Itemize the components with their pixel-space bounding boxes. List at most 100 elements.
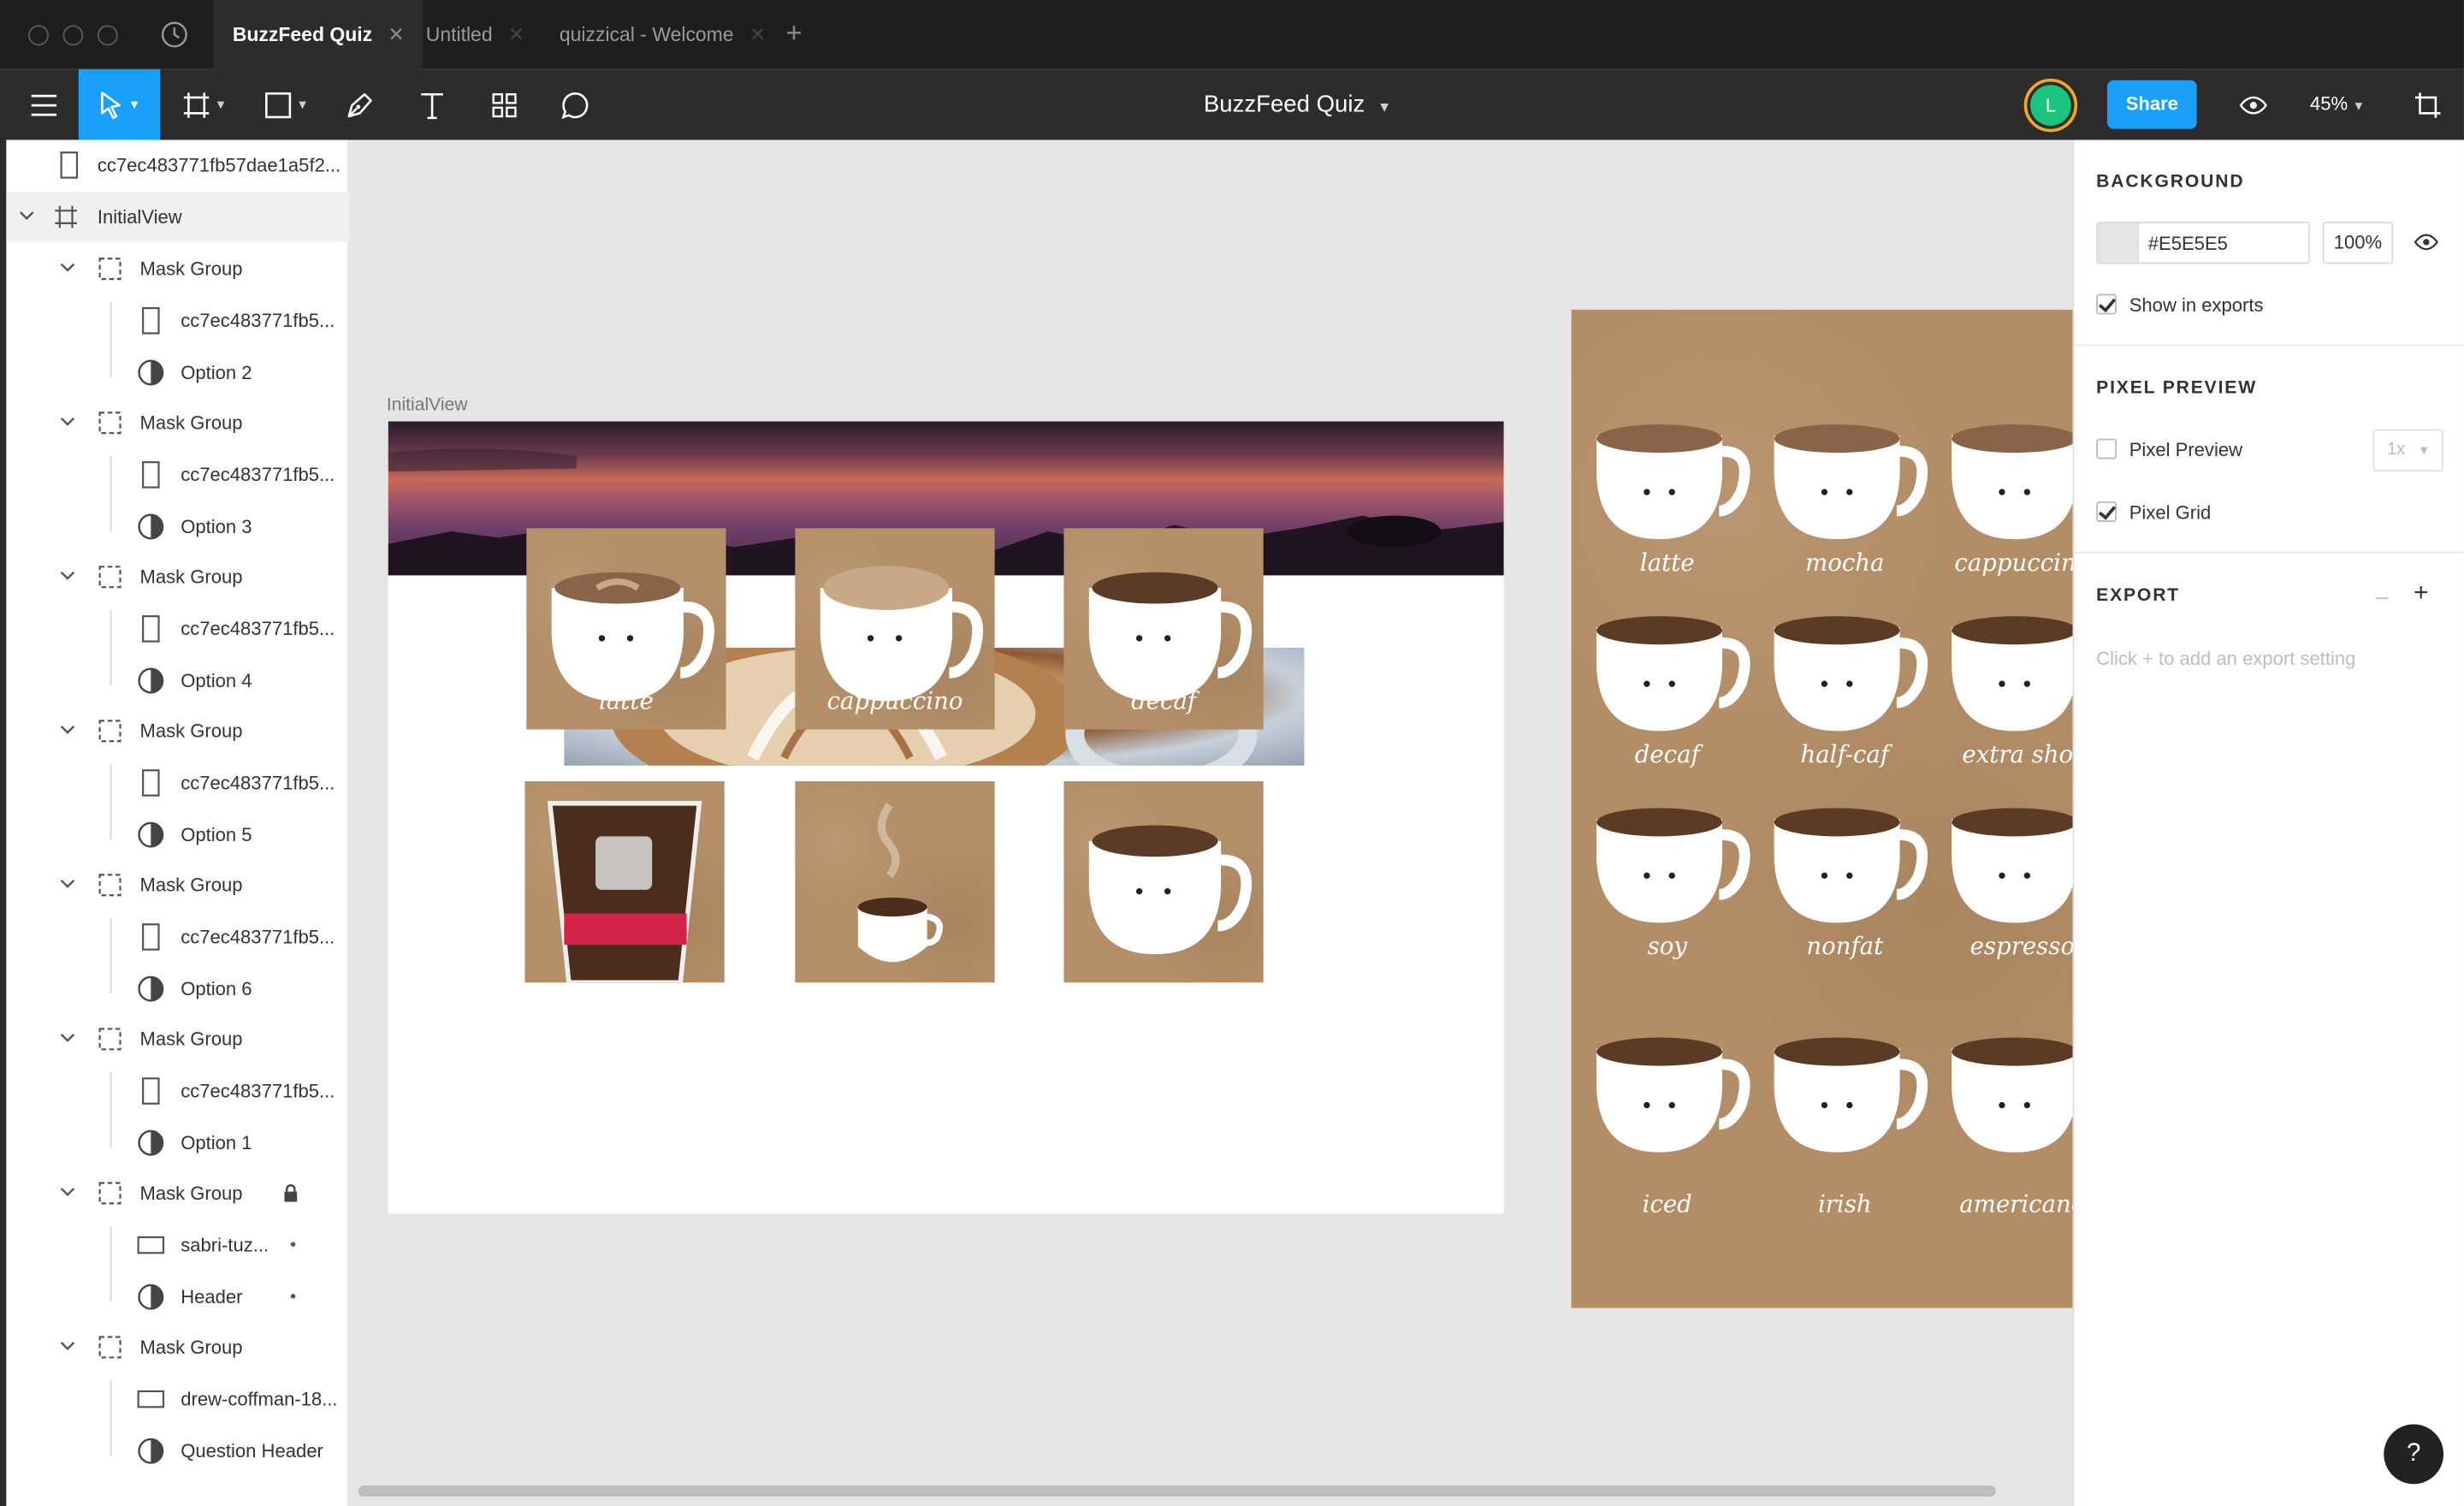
layer-mask-group[interactable]: Mask Group bbox=[6, 1168, 348, 1218]
layer-label: Option 4 bbox=[181, 669, 252, 692]
new-tab-icon[interactable]: + bbox=[785, 17, 802, 50]
layer-item[interactable]: cc7ec483771fb5... bbox=[6, 449, 348, 500]
layer-mask-group[interactable]: Mask Group bbox=[6, 1322, 348, 1373]
tab-quizzical-welcome[interactable]: quizzical - Welcome ✕ bbox=[541, 0, 785, 69]
chevron-down-icon[interactable] bbox=[58, 1183, 77, 1201]
pixel-preview-checkbox[interactable] bbox=[2096, 438, 2118, 460]
frame-tool-button[interactable]: ▼ bbox=[169, 69, 239, 140]
layer-item[interactable]: cc7ec483771fb5... bbox=[6, 1066, 348, 1117]
title-bar: BuzzFeed Quiz ✕ Untitled ✕ quizzical - Wel… bbox=[0, 0, 2464, 69]
tab-close-icon[interactable]: ✕ bbox=[388, 24, 404, 46]
mask-shape-icon bbox=[137, 359, 165, 392]
tab-buzzfeed-quiz[interactable]: BuzzFeed Quiz ✕ bbox=[213, 0, 424, 69]
comment-tool-button[interactable] bbox=[545, 69, 605, 140]
chevron-down-icon: ▼ bbox=[127, 97, 141, 112]
mask-group-icon bbox=[98, 1182, 121, 1205]
coffee-types-poster[interactable]: latte mocha cappuccino decaf half-caf extra s… bbox=[1571, 309, 2073, 1308]
zoom-menu[interactable]: 45% ▼ bbox=[2310, 69, 2365, 140]
horizontal-scrollbar[interactable] bbox=[358, 1485, 1996, 1497]
image-layer-icon bbox=[141, 768, 160, 802]
eye-icon[interactable] bbox=[2414, 233, 2439, 252]
layer-item[interactable]: Question Header bbox=[6, 1426, 348, 1476]
layer-item[interactable]: Option 6 bbox=[6, 963, 348, 1014]
text-tool-button[interactable] bbox=[402, 69, 462, 140]
move-tool-button[interactable]: ▼ bbox=[78, 68, 161, 140]
chevron-down-icon[interactable] bbox=[58, 1337, 77, 1355]
layer-item[interactable]: Option 5 bbox=[6, 809, 348, 860]
image-layer-icon bbox=[141, 460, 160, 494]
layer-item[interactable]: Option 1 bbox=[6, 1118, 348, 1168]
user-avatar[interactable]: L bbox=[2023, 78, 2078, 133]
layer-item[interactable]: cc7ec483771fb57dae1a5f2... bbox=[6, 140, 348, 191]
chevron-down-icon[interactable] bbox=[58, 874, 77, 892]
chevron-down-icon[interactable] bbox=[17, 206, 36, 225]
layer-item[interactable]: sabri-tuz... bbox=[6, 1220, 348, 1271]
frame-initialview[interactable]: latte cappuccino decaf bbox=[388, 421, 1504, 1214]
layer-item[interactable]: cc7ec483771fb5... bbox=[6, 603, 348, 654]
layer-mask-group[interactable]: Mask Group bbox=[6, 398, 348, 448]
scale-value: 1x bbox=[2386, 440, 2406, 460]
option-card[interactable]: cappuccino bbox=[795, 528, 995, 730]
option-card[interactable] bbox=[524, 781, 725, 983]
background-color-field[interactable]: #E5E5E5 bbox=[2096, 222, 2310, 264]
layer-item[interactable]: Option 4 bbox=[6, 655, 348, 706]
chevron-down-icon[interactable] bbox=[58, 720, 77, 738]
pen-tool-button[interactable] bbox=[330, 69, 390, 140]
layer-item[interactable]: drew-coffman-18... bbox=[6, 1374, 348, 1425]
chevron-down-icon[interactable] bbox=[58, 412, 77, 430]
mask-group-icon bbox=[98, 874, 121, 897]
window-maximize-button[interactable] bbox=[97, 25, 118, 46]
shape-tool-button[interactable]: ▼ bbox=[252, 69, 321, 140]
recent-files-icon[interactable] bbox=[160, 21, 188, 49]
lock-icon[interactable] bbox=[283, 1183, 299, 1202]
frame-icon bbox=[183, 92, 209, 117]
toggle-properties-button[interactable] bbox=[2401, 69, 2454, 140]
layer-label: drew-coffman-18... bbox=[181, 1388, 338, 1410]
layer-item[interactable]: cc7ec483771fb5... bbox=[6, 758, 348, 809]
layer-mask-group[interactable]: Mask Group bbox=[6, 552, 348, 602]
tab-untitled[interactable]: Untitled ✕ bbox=[407, 0, 544, 69]
layer-item[interactable]: cc7ec483771fb5... bbox=[6, 295, 348, 346]
window-minimize-button[interactable] bbox=[62, 25, 84, 46]
layer-item[interactable]: cc7ec483771fb5... bbox=[6, 912, 348, 963]
help-button[interactable]: ? bbox=[2384, 1424, 2444, 1485]
layer-mask-group[interactable]: Mask Group bbox=[6, 860, 348, 910]
show-in-exports-checkbox[interactable] bbox=[2096, 293, 2118, 315]
option-card[interactable]: decaf bbox=[1063, 528, 1264, 730]
option-card[interactable] bbox=[1063, 781, 1264, 983]
chevron-down-icon[interactable] bbox=[58, 258, 77, 276]
add-export-icon[interactable]: + bbox=[2414, 580, 2428, 608]
comment-icon bbox=[561, 92, 589, 119]
layer-mask-group[interactable]: Mask Group bbox=[6, 706, 348, 756]
option-card[interactable]: latte bbox=[526, 528, 726, 730]
visibility-dot-icon[interactable] bbox=[290, 1242, 296, 1247]
layer-item[interactable]: Header bbox=[6, 1272, 348, 1322]
pixel-preview-scale-select[interactable]: 1x ▼ bbox=[2372, 429, 2444, 472]
tab-close-icon[interactable]: ✕ bbox=[749, 24, 766, 46]
pixel-grid-checkbox[interactable] bbox=[2096, 501, 2118, 522]
tab-label: BuzzFeed Quiz bbox=[232, 23, 373, 46]
share-button[interactable]: Share bbox=[2107, 80, 2197, 129]
layer-item[interactable]: Option 2 bbox=[6, 347, 348, 398]
canvas[interactable]: InitialView latte cappuccino decaf latte… bbox=[348, 139, 2073, 1506]
components-button[interactable] bbox=[475, 69, 535, 140]
chevron-down-icon[interactable] bbox=[58, 1029, 77, 1047]
tab-close-icon[interactable]: ✕ bbox=[508, 24, 524, 46]
coffee-cup-illustration bbox=[1758, 800, 1931, 950]
layer-frame-initialview[interactable]: InitialView bbox=[6, 192, 349, 242]
visibility-dot-icon[interactable] bbox=[290, 1294, 296, 1299]
file-title-menu[interactable]: BuzzFeed Quiz ▼ bbox=[1204, 69, 1391, 140]
layer-item[interactable]: Option 3 bbox=[6, 501, 348, 552]
layer-mask-group[interactable]: Mask Group bbox=[6, 1014, 348, 1064]
presentation-button[interactable] bbox=[2225, 69, 2282, 140]
layer-label: Header bbox=[181, 1285, 243, 1308]
color-swatch[interactable] bbox=[2097, 222, 2139, 263]
remove-export-icon[interactable]: – bbox=[2376, 584, 2388, 608]
window-close-button[interactable] bbox=[28, 25, 49, 46]
main-menu-button[interactable] bbox=[15, 69, 74, 140]
frame-label[interactable]: InitialView bbox=[387, 396, 468, 415]
option-card[interactable] bbox=[795, 781, 995, 983]
layer-mask-group[interactable]: Mask Group bbox=[6, 244, 348, 294]
background-opacity-field[interactable]: 100% bbox=[2322, 222, 2394, 264]
chevron-down-icon[interactable] bbox=[58, 566, 77, 584]
